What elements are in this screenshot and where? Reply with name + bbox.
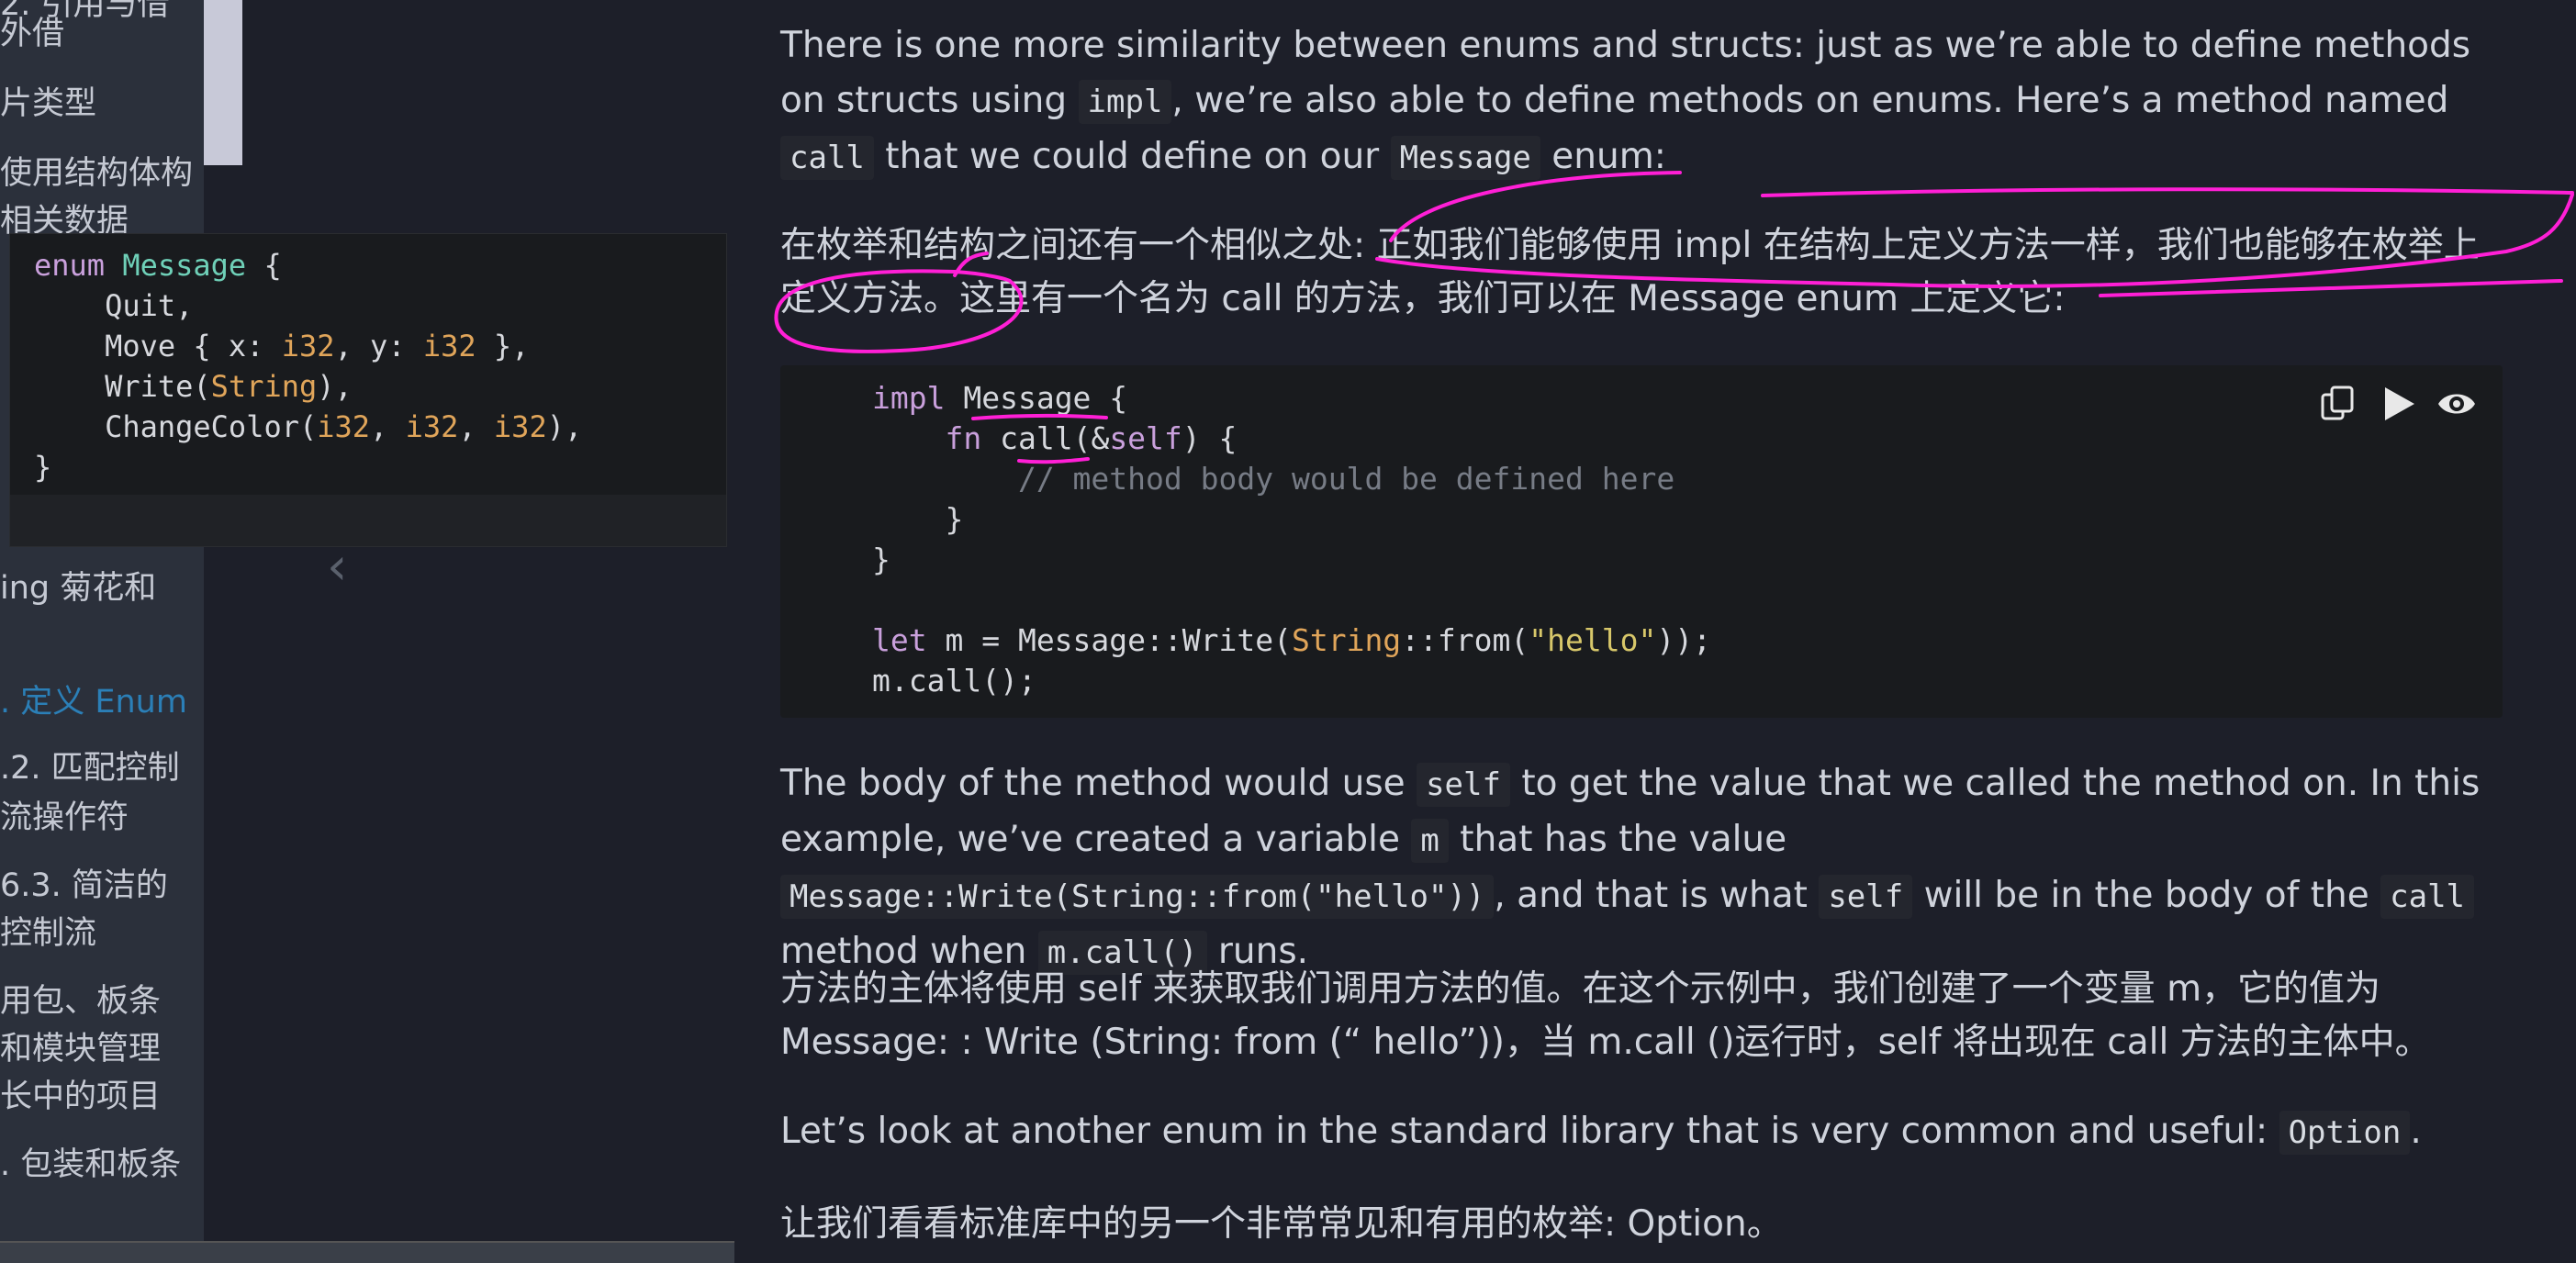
text: Let’s look at another enum in the standa… (780, 1111, 2279, 1152)
code-comment: // method body would be defined here (1017, 461, 1675, 497)
code-keyword: enum (34, 248, 106, 283)
inline-code: call (2380, 875, 2475, 919)
taskbar-strip (0, 1241, 734, 1263)
paragraph-en-2: The body of the method would use self to… (780, 756, 2506, 980)
code-type: i32 (281, 329, 335, 363)
paragraph-zh-1: 在枚举和结构之间还有一个相似之处: 正如我们能够使用 impl 在结构上定义方法… (780, 225, 2480, 319)
play-icon[interactable] (2378, 384, 2418, 424)
text: . (2410, 1111, 2422, 1152)
sidebar-item[interactable]: 长中的项目 (0, 1072, 184, 1122)
sidebar-item[interactable]: ing 菊花和 (0, 564, 184, 613)
text: , and that is what (1494, 875, 1820, 916)
text: that has the value (1448, 819, 1787, 860)
code-content: impl Message { fn call(&self) { // metho… (872, 380, 1711, 699)
inline-code: Message::Write(String::from("hello")) (780, 875, 1495, 919)
code-type: i32 (493, 409, 547, 444)
code-string: "hello" (1529, 622, 1657, 658)
popup-footer (10, 495, 726, 546)
popup-code: enum Message { Quit, Move { x: i32, y: i… (34, 248, 583, 485)
annotation-stroke (1761, 187, 2574, 197)
paragraph-zh-2: 方法的主体将使用 self 来获取我们调用方法的值。在这个示例中，我们创建了一个… (780, 968, 2431, 1063)
text: will be in the body of the (1912, 875, 2381, 916)
code-popup: enum Message { Quit, Move { x: i32, y: i… (9, 233, 727, 547)
code-keyword: impl (872, 380, 946, 416)
sidebar-item[interactable]: 用包、板条 (0, 977, 184, 1026)
sidebar: 2. 引用与借 外借 片类型 使用结构体构 相关数据 ing 菊花和 . 定义 … (0, 0, 204, 1261)
code-type: String (210, 369, 318, 404)
code-type: String (1291, 622, 1402, 658)
code-keyword: fn (945, 420, 982, 456)
inline-code: self (1417, 763, 1510, 807)
inline-code: self (1819, 875, 1913, 919)
inline-code: Message (1390, 136, 1540, 180)
paragraph-en-3: Let’s look at another enum in the standa… (780, 1104, 2506, 1160)
sidebar-item[interactable]: 6.3. 简洁的 (0, 861, 184, 911)
inline-code: Option (2279, 1111, 2411, 1155)
paragraph-zh-3: 让我们看看标准库中的另一个非常常见和有用的枚举: Option。 (780, 1203, 1783, 1245)
chevron-left-icon[interactable]: ‹ (327, 537, 347, 597)
code-type: i32 (317, 409, 371, 444)
sidebar-item[interactable]: .2. 匹配控制 (0, 743, 184, 793)
inline-code: call (780, 136, 874, 180)
sidebar-item[interactable]: . 包装和板条 (0, 1140, 184, 1190)
code-type: Message (122, 248, 247, 283)
paragraph-en-1: There is one more similarity between enu… (780, 18, 2506, 185)
text: The body of the method would use (780, 763, 1417, 804)
code-type: i32 (422, 329, 476, 363)
code-type: i32 (405, 409, 459, 444)
inline-code: impl (1078, 80, 1172, 124)
sidebar-item[interactable]: 流操作符 (0, 793, 184, 843)
sidebar-item-define-enum[interactable]: . 定义 Enum (0, 677, 187, 727)
code-keyword: let (872, 622, 927, 658)
code-keyword: self (1109, 420, 1182, 456)
sidebar-item[interactable]: 控制流 (0, 909, 184, 958)
sidebar-scrollbar[interactable] (204, 0, 242, 165)
sidebar-item[interactable]: 和模块管理 (0, 1024, 184, 1074)
text: that we could define on our (873, 136, 1391, 177)
text: , we’re also able to define methods on e… (1171, 80, 2449, 121)
text: enum: (1540, 136, 1666, 177)
inline-code: m (1411, 819, 1449, 863)
copy-icon[interactable] (2317, 384, 2358, 424)
sidebar-item[interactable]: 使用结构体构 (0, 149, 193, 198)
sidebar-item[interactable]: 外借 (0, 9, 184, 59)
sidebar-item[interactable]: 片类型 (0, 79, 184, 129)
eye-icon[interactable] (2436, 384, 2477, 424)
code-block: impl Message { fn call(&self) { // metho… (780, 365, 2503, 718)
